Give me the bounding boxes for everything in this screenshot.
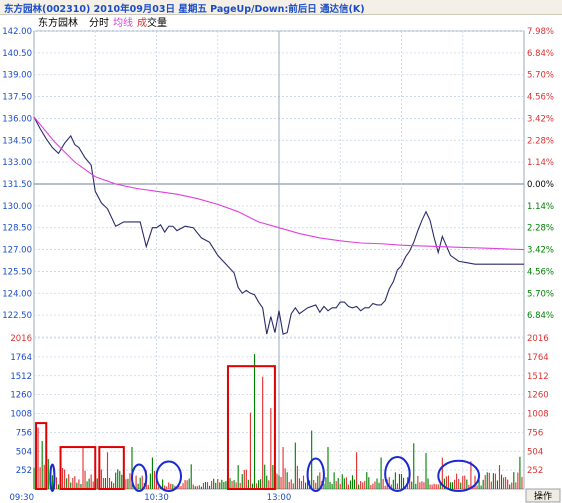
volume-tick-label-left: 2016 [10,334,32,344]
volume-tick-label-right: 1512 [527,372,549,382]
volume-tick-label-left: 1008 [10,410,32,420]
price-tick-label: 131.50 [2,180,32,190]
price-tick-label: 125.50 [2,267,32,277]
grid [34,30,524,489]
percent-tick-label: 4.56% [527,267,554,277]
volume-tick-label-left: 1764 [10,353,32,363]
legend-junxian: 均线 [113,16,133,29]
percent-tick-label: 5.70% [527,71,554,81]
legend-chengjiao-prefix: 成 [137,17,147,29]
percent-tick-label: 2.28% [527,136,554,146]
price-tick-label: 122.50 [2,311,32,321]
volume-tick-label-left: 252 [16,466,32,476]
percent-tick-label: 6.84% [527,311,554,321]
operate-button[interactable]: 操作 [525,488,561,503]
time-tick-label: 10:30 [144,493,169,503]
volume-tick-label-right: 756 [527,428,543,438]
price-tick-label: 134.50 [2,136,32,146]
volume-tick-label-left: 1260 [10,391,32,401]
percent-tick-label: 6.84% [527,49,554,59]
volume-tick-label-right: 1764 [527,353,549,363]
percent-tick-label: 7.98% [527,27,554,37]
percent-tick-label: 2.28% [527,224,554,234]
price-tick-label: 140.50 [2,49,32,59]
volume-tick-label-right: 2016 [527,334,549,344]
price-tick-label: 142.00 [2,27,32,37]
price-tick-label: 136.00 [2,114,32,124]
legend: 东方园林 分时 均线 成 交量 [38,16,167,29]
legend-stock-name: 东方园林 [38,16,78,29]
time-tick-label: 09:30 [10,493,35,503]
price-tick-label: 133.00 [2,158,32,168]
volume-tick-label-right: 1008 [527,410,549,420]
percent-tick-label: 1.14% [527,202,554,212]
percent-tick-label: 0.00% [527,180,554,190]
operate-button-label[interactable]: 操作 [534,490,552,502]
legend-chengjiao-suffix: 交量 [147,16,167,29]
time-tick-label: 13:00 [267,493,292,503]
percent-tick-label: 3.42% [527,114,554,124]
axes: 142.00 7.98% 140.50 6.84% 139.00 5.70% 137.50 4… [2,27,554,503]
price-tick-label: 128.50 [2,224,32,234]
highlight-box [59,446,97,490]
volume-tick-label-left: 504 [16,447,32,457]
highlight-box [226,365,276,490]
volume-tick-label-right: 252 [527,466,543,476]
price-tick-label: 127.00 [2,246,32,256]
volume-tick-label-right: 1260 [527,391,549,401]
volume-tick-label-left: 1512 [10,372,32,382]
legend-fenshi: 分时 [89,17,109,29]
annotation-marks [35,365,481,493]
volume-tick-label-right: 504 [527,447,543,457]
price-tick-label: 137.50 [2,93,32,103]
price-tick-label: 130.00 [2,202,32,212]
price-tick-label: 124.00 [2,289,32,299]
percent-tick-label: 1.14% [527,158,554,168]
intraday-chart: 142.00 7.98% 140.50 6.84% 139.00 5.70% 137.50 4… [2,16,561,503]
percent-tick-label: 4.56% [527,93,554,103]
percent-tick-label: 5.70% [527,289,554,299]
highlight-ellipse [131,463,148,493]
volume-tick-label-left: 756 [16,428,32,438]
price-tick-label: 139.00 [2,71,32,81]
percent-tick-label: 3.42% [527,246,554,256]
volume-bars [33,354,523,489]
